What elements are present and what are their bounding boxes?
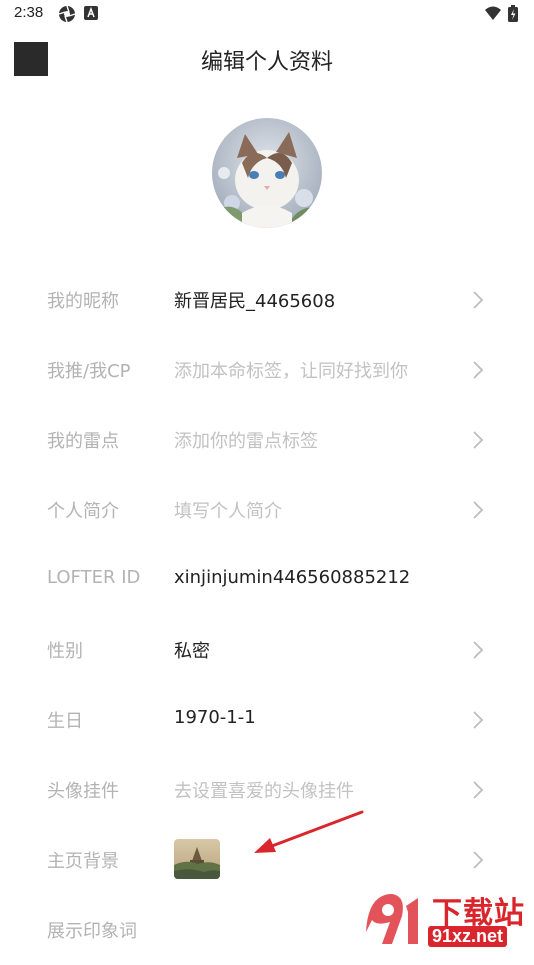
row-bio[interactable]: 个人简介 填写个人简介: [0, 475, 534, 545]
row-value: 新晋居民_4465608: [174, 291, 336, 312]
watermark-domain-text: 91xz.net: [428, 926, 508, 947]
profile-field-list: 我的昵称 新晋居民_4465608 我推/我CP 添加本命标签，让同好找到你 我…: [0, 265, 534, 965]
row-value: 填写个人简介: [174, 501, 282, 522]
chevron-right-icon: [473, 291, 484, 309]
row-label: LOFTER ID: [47, 567, 141, 588]
row-label: 生日: [47, 711, 83, 732]
chevron-right-icon: [473, 501, 484, 519]
row-value: xinjinjumin446560885212: [174, 567, 411, 588]
chevron-right-icon: [473, 851, 484, 869]
row-nickname[interactable]: 我的昵称 新晋居民_4465608: [0, 265, 534, 335]
header: 编辑个人资料: [0, 28, 534, 92]
row-gender[interactable]: 性别 私密: [0, 615, 534, 685]
row-value: 去设置喜爱的头像挂件: [174, 781, 354, 802]
row-cp-tags[interactable]: 我推/我CP 添加本命标签，让同好找到你: [0, 335, 534, 405]
row-label: 我推/我CP: [47, 361, 131, 382]
aperture-icon: [58, 5, 76, 23]
row-label: 头像挂件: [47, 781, 119, 802]
chevron-right-icon: [473, 781, 484, 799]
status-time: 2:38: [14, 4, 44, 21]
annotation-arrow: [254, 810, 364, 853]
page-title: 编辑个人资料: [200, 50, 333, 75]
battery-icon: [508, 5, 518, 22]
row-dislike-tags[interactable]: 我的雷点 添加你的雷点标签: [0, 405, 534, 475]
avatar[interactable]: [212, 118, 322, 228]
row-label: 个人简介: [47, 501, 119, 522]
row-label: 我的昵称: [47, 291, 119, 312]
chevron-right-icon: [473, 431, 484, 449]
landscape-thumbnail-image: [174, 839, 220, 879]
wifi-icon: [485, 6, 501, 20]
row-value: 私密: [174, 641, 210, 662]
background-thumbnail[interactable]: [174, 839, 220, 879]
row-label: 性别: [47, 641, 83, 662]
avatar-cat-image: [212, 118, 322, 228]
watermark-logo: 下载站 91xz.net: [362, 886, 534, 950]
row-value: 1970-1-1: [174, 707, 256, 728]
chevron-right-icon: [473, 361, 484, 379]
row-label: 主页背景: [47, 851, 119, 872]
notification-a-icon: [84, 6, 98, 20]
row-label: 我的雷点: [47, 431, 119, 452]
chevron-right-icon: [473, 711, 484, 729]
status-bar: 2:38: [0, 0, 534, 28]
row-lofter-id: LOFTER ID xinjinjumin446560885212: [0, 545, 534, 615]
chevron-right-icon: [473, 641, 484, 659]
row-birthday[interactable]: 生日 1970-1-1: [0, 685, 534, 755]
row-value: 添加你的雷点标签: [174, 431, 318, 452]
row-value: 添加本命标签，让同好找到你: [174, 361, 408, 382]
row-label: 展示印象词: [47, 921, 137, 942]
